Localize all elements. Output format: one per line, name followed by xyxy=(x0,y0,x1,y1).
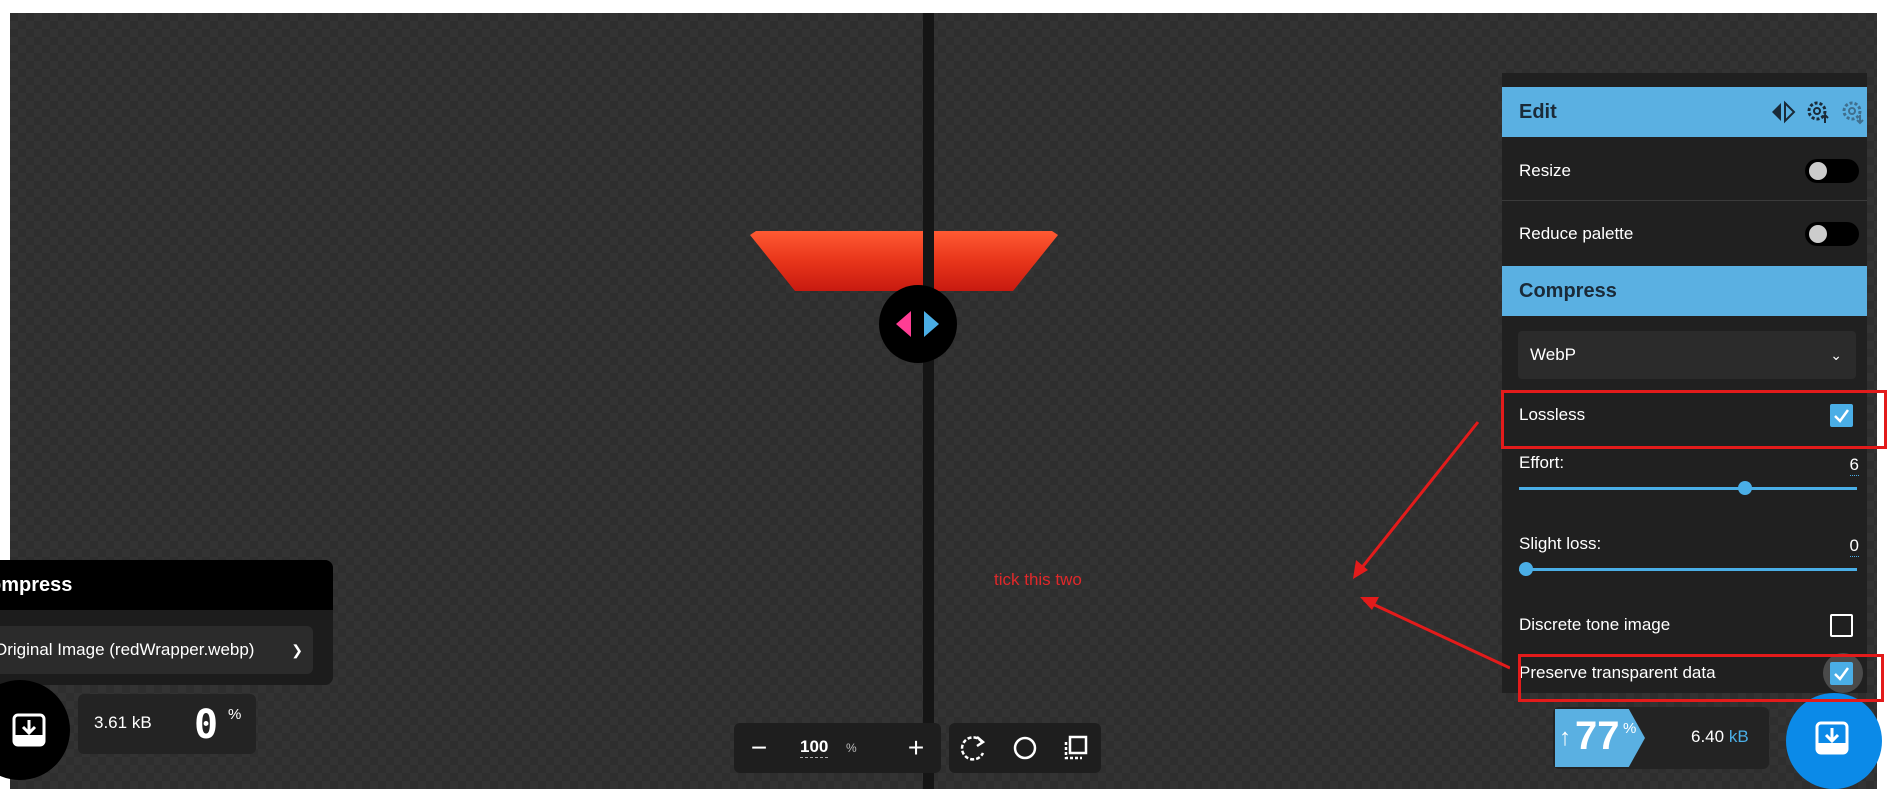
annotation-note: tick this two xyxy=(994,570,1082,589)
reduce-palette-toggle[interactable] xyxy=(1805,222,1859,246)
effort-slider-handle[interactable] xyxy=(1738,481,1753,495)
resize-row[interactable]: Resize xyxy=(1502,159,1867,191)
arrow-up-icon: ↑ xyxy=(1559,724,1571,751)
chevron-right-icon xyxy=(924,311,939,337)
zoom-unit: % xyxy=(846,741,857,755)
discrete-tone-checkbox[interactable] xyxy=(1830,614,1853,637)
slight-loss-slider[interactable] xyxy=(1519,568,1857,571)
left-percent-sign: % xyxy=(228,706,242,723)
result-percent-badge: ↑ 77 % xyxy=(1555,709,1645,767)
compress-header: Compress xyxy=(1502,266,1867,316)
settings-copy-icon[interactable] xyxy=(1805,99,1831,125)
effort-row: Effort: 6 xyxy=(1502,453,1867,513)
side-by-side-icon[interactable] xyxy=(1051,723,1101,773)
result-size-value: 6.40 xyxy=(1691,727,1725,746)
left-size-value: 3.61 xyxy=(94,713,128,732)
reduce-palette-label: Reduce palette xyxy=(1519,224,1634,243)
left-options-panel: ompress Original Image (redWrapper.webp)… xyxy=(0,560,333,685)
left-format-value: Original Image (redWrapper.webp) xyxy=(0,640,255,659)
zoom-out-button[interactable]: − xyxy=(734,723,784,773)
download-icon xyxy=(12,713,46,747)
slight-loss-row: Slight loss: 0 xyxy=(1502,534,1867,594)
left-size-unit: kB xyxy=(131,713,152,732)
split-handle[interactable] xyxy=(879,285,957,363)
settings-paste-icon[interactable] xyxy=(1840,99,1866,125)
rotate-icon[interactable] xyxy=(949,723,999,773)
left-size-info: 3.61 kB 0 % xyxy=(78,694,256,754)
result-percent-value: 77 xyxy=(1575,714,1620,758)
reduce-palette-row[interactable]: Reduce palette xyxy=(1502,222,1867,254)
slight-loss-slider-handle[interactable] xyxy=(1519,562,1533,576)
discrete-tone-row[interactable]: Discrete tone image xyxy=(1502,614,1867,645)
download-icon xyxy=(1815,721,1849,755)
resize-toggle[interactable] xyxy=(1805,159,1859,183)
resize-label: Resize xyxy=(1519,161,1571,180)
split-view-icon[interactable] xyxy=(1770,100,1796,124)
result-size-info: ↑ 77 % 6.40 kB xyxy=(1553,707,1769,769)
chevron-left-icon xyxy=(896,311,911,337)
download-button[interactable] xyxy=(1786,693,1882,789)
slight-loss-label: Slight loss: xyxy=(1519,534,1602,553)
slight-loss-value[interactable]: 0 xyxy=(1849,536,1859,557)
result-percent-sign: % xyxy=(1623,720,1637,737)
zoom-in-button[interactable]: + xyxy=(891,723,941,773)
zoom-value[interactable]: 100 xyxy=(800,737,829,758)
edit-title: Edit xyxy=(1519,101,1557,123)
effort-value[interactable]: 6 xyxy=(1849,455,1859,476)
effort-slider[interactable] xyxy=(1519,487,1857,490)
discrete-tone-label: Discrete tone image xyxy=(1519,615,1671,634)
effort-label: Effort: xyxy=(1519,453,1565,472)
result-size-unit: kB xyxy=(1728,727,1749,746)
format-select[interactable]: WebP ⌄ xyxy=(1518,331,1856,379)
view-tools xyxy=(949,723,1101,773)
chevron-down-icon: ❯ xyxy=(291,642,303,658)
split-divider[interactable] xyxy=(923,13,934,789)
edit-header: Edit xyxy=(1502,87,1867,137)
annotation-highlight-preserve xyxy=(1518,654,1884,702)
right-options-panel: Edit Resize Reduce palette Compress WebP… xyxy=(1502,73,1867,693)
left-format-select[interactable]: Original Image (redWrapper.webp) ❯ xyxy=(0,626,313,674)
format-value: WebP xyxy=(1530,345,1576,364)
zoom-controls: − 100 % + xyxy=(734,723,941,773)
background-toggle-icon[interactable] xyxy=(1000,723,1050,773)
annotation-arrows xyxy=(1353,421,1510,670)
image-preview xyxy=(750,231,1058,291)
annotation-highlight-lossless xyxy=(1501,390,1887,449)
left-panel-title: ompress xyxy=(0,560,333,610)
left-percent-value: 0 xyxy=(194,702,219,748)
chevron-down-icon: ⌄ xyxy=(1830,347,1842,363)
